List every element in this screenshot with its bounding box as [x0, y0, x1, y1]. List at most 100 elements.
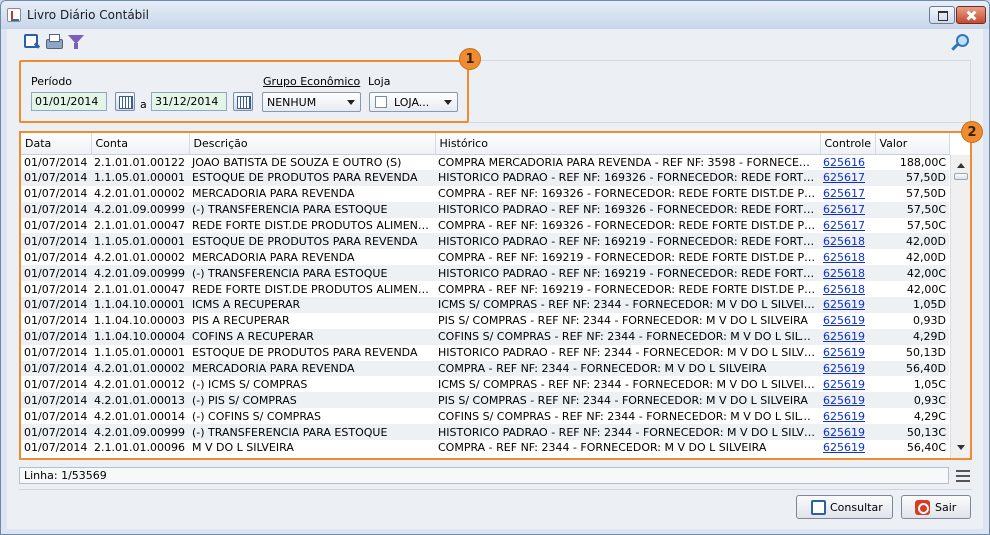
cell-data: 01/07/2014	[21, 392, 91, 409]
title-bar[interactable]: Livro Diário Contábil	[1, 1, 989, 29]
header-valor[interactable]: Valor	[875, 133, 950, 155]
cell-descricao: REDE FORTE DIST.DE PRODUTOS ALIMENTICIOS	[192, 282, 435, 296]
header-data[interactable]: Data	[21, 133, 92, 155]
cell-historico: COMPRA - REF NF: 169219 - FORNECEDOR: RE…	[438, 282, 820, 296]
java-app-icon	[7, 8, 21, 22]
table-row[interactable]: 01/07/2014 4.2.01.01.00012 (-) ICMS S/ COM…	[21, 376, 949, 392]
controle-link[interactable]: 625619	[823, 378, 865, 391]
cell-descricao: (-) ICMS S/ COMPRAS	[192, 377, 308, 391]
table-row[interactable]: 01/07/2014 4.2.01.01.00013 (-) PIS S/ COMP…	[21, 392, 949, 409]
cell-controle: 625619	[820, 424, 875, 441]
cell-descricao: (-) TRANSFERENCIA PARA ESTOQUE	[189, 201, 435, 218]
table-row[interactable]: 01/07/2014 1.1.05.01.00001 ESTOQUE DE PROD…	[21, 169, 949, 186]
loja-value: LOJA...	[394, 96, 430, 109]
controle-link[interactable]: 625619	[823, 394, 865, 407]
table-row[interactable]: 01/07/2014 1.1.04.10.00004 COFINS A RECUPE…	[21, 328, 949, 345]
controle-link[interactable]: 625619	[823, 441, 865, 454]
scroll-up-icon[interactable]	[957, 163, 965, 168]
cell-historico: HISTORICO PADRAO - REF NF: 169326 - FORN…	[435, 201, 820, 218]
cell-descricao: (-) TRANSFERENCIA PARA ESTOQUE	[189, 265, 435, 282]
table-row[interactable]: 01/07/2014 2.1.01.01.00096 M V DO L SILVEI…	[21, 440, 949, 456]
controle-link[interactable]: 625619	[823, 410, 865, 423]
controle-link[interactable]: 625617	[823, 171, 865, 184]
restore-button[interactable]	[929, 6, 955, 24]
loja-checkbox[interactable]	[375, 96, 387, 108]
callout-badge-2: 2	[961, 121, 983, 143]
date-from-input[interactable]	[31, 92, 107, 111]
cell-conta: 2.1.01.01.00047	[94, 219, 185, 232]
cell-valor: 188,00C	[899, 155, 946, 169]
cell-historico: HISTORICO PADRAO - REF NF: 2344 - FORNEC…	[435, 424, 820, 441]
cell-conta: 4.2.01.01.00014	[94, 409, 185, 423]
table-row[interactable]: 01/07/2014 4.2.01.01.00002 MERCADORIA PARA…	[21, 186, 949, 202]
controle-link[interactable]: 625618	[823, 283, 865, 296]
cell-controle: 625618	[820, 233, 875, 250]
table-row[interactable]: 01/07/2014 4.2.01.09.00999 (-) TRANSFERENC…	[21, 424, 949, 441]
grupo-economico-select[interactable]: NENHUM	[262, 92, 361, 112]
cell-controle: 625619	[820, 297, 875, 313]
controle-link[interactable]: 625617	[823, 187, 865, 200]
controle-link[interactable]: 625619	[823, 346, 865, 359]
controle-link[interactable]: 625619	[823, 330, 865, 343]
table-row[interactable]: 01/07/2014 4.2.01.09.00999 (-) TRANSFERENC…	[21, 201, 949, 218]
calendar-from-button[interactable]	[115, 92, 135, 111]
controle-link[interactable]: 625619	[823, 298, 865, 311]
cell-controle: 625617	[820, 186, 875, 202]
controle-link[interactable]: 625618	[823, 235, 865, 248]
cell-data: 01/07/2014	[21, 201, 91, 218]
close-button[interactable]	[956, 6, 986, 24]
menu-icon[interactable]	[956, 470, 970, 482]
cell-data: 01/07/2014	[24, 377, 88, 391]
table-row[interactable]: 01/07/2014 1.1.04.10.00001 ICMS A RECUPERA…	[21, 297, 949, 313]
consultar-button[interactable]: Consultar	[796, 495, 893, 519]
key-icon[interactable]	[949, 33, 969, 51]
search-icon[interactable]	[23, 33, 41, 51]
loja-select[interactable]: LOJA...	[369, 92, 458, 112]
controle-link[interactable]: 625618	[823, 251, 865, 264]
line-counter: Linha: 1/53569	[24, 469, 107, 482]
grupo-economico-label[interactable]: Grupo Econômico	[263, 75, 360, 88]
header-controle[interactable]: Controle	[820, 133, 876, 155]
cell-conta: 4.2.01.09.00999	[91, 201, 189, 218]
filter-icon[interactable]	[67, 33, 85, 51]
cell-conta: 2.1.01.01.00096	[94, 441, 185, 455]
cell-valor: 1,05D	[875, 297, 949, 313]
print-icon[interactable]	[45, 33, 63, 51]
table-row[interactable]: 01/07/2014 4.2.01.09.00999 (-) TRANSFERENC…	[21, 265, 949, 282]
sair-button[interactable]: Sair	[901, 495, 971, 519]
header-descricao[interactable]: Descrição	[189, 133, 436, 155]
table-row[interactable]: 01/07/2014 4.2.01.01.00002 MERCADORIA PARA…	[21, 249, 949, 265]
calendar-to-button[interactable]	[233, 92, 253, 111]
table-row[interactable]: 01/07/2014 2.1.01.01.00122 JOAO BATISTA DE…	[21, 154, 949, 170]
cell-valor: 0,93D	[913, 314, 946, 328]
header-historico[interactable]: Histórico	[435, 133, 821, 155]
controle-link[interactable]: 625619	[823, 362, 865, 375]
table-row[interactable]: 01/07/2014 1.1.05.01.00001 ESTOQUE DE PROD…	[21, 345, 949, 361]
controle-link[interactable]: 625619	[823, 426, 865, 439]
cell-historico: HISTORICO PADRAO - REF NF: 2344 - FORNEC…	[438, 346, 820, 360]
table-row[interactable]: 01/07/2014 1.1.05.01.00001 ESTOQUE DE PROD…	[21, 233, 949, 250]
table-row[interactable]: 01/07/2014 1.1.04.10.00003 PIS A RECUPERAR…	[21, 313, 949, 329]
cell-valor: 57,50C	[875, 201, 949, 218]
table-row[interactable]: 01/07/2014 2.1.01.01.00047 REDE FORTE DIST…	[21, 281, 949, 297]
scroll-down-icon[interactable]	[957, 445, 965, 450]
scroll-thumb[interactable]	[954, 173, 968, 180]
controle-link[interactable]: 625617	[823, 203, 865, 216]
controle-link[interactable]: 625618	[823, 267, 865, 280]
controle-link[interactable]: 625619	[823, 314, 865, 327]
table-row[interactable]: 01/07/2014 2.1.01.01.00047 REDE FORTE DIST…	[21, 218, 949, 234]
vertical-scrollbar[interactable]	[950, 155, 970, 458]
date-to-input[interactable]	[151, 92, 227, 111]
cell-historico: PIS S/ COMPRAS - REF NF: 2344 - FORNECED…	[438, 314, 808, 328]
header-conta[interactable]: Conta	[91, 133, 190, 155]
table-row[interactable]: 01/07/2014 4.2.01.01.00002 MERCADORIA PARA…	[21, 360, 949, 377]
date-separator: a	[140, 98, 147, 111]
controle-link[interactable]: 625616	[823, 156, 865, 169]
cell-descricao: ESTOQUE DE PRODUTOS PARA REVENDA	[192, 346, 418, 360]
cell-controle: 625616	[820, 154, 875, 170]
controle-link[interactable]: 625617	[823, 219, 865, 232]
cell-conta: 1.1.05.01.00001	[91, 169, 189, 186]
cell-descricao: ESTOQUE DE PRODUTOS PARA REVENDA	[189, 233, 435, 250]
cell-descricao: MERCADORIA PARA REVENDA	[192, 187, 355, 201]
table-row[interactable]: 01/07/2014 4.2.01.01.00014 (-) COFINS S/ C…	[21, 408, 949, 424]
